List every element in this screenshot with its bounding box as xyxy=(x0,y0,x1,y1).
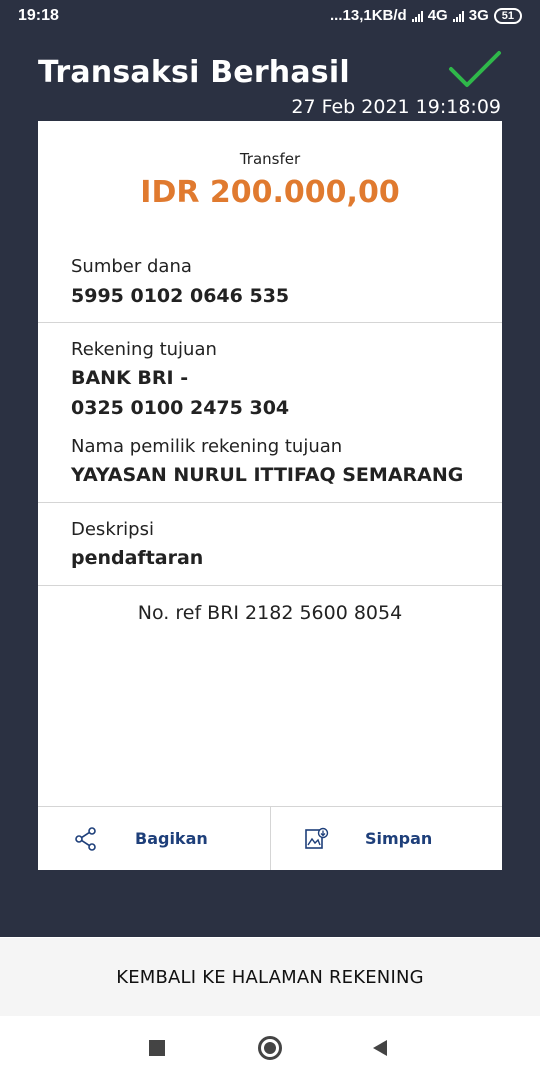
status-time: 19:18 xyxy=(18,7,59,24)
share-label: Bagikan xyxy=(135,829,208,848)
network-3g-label: 3G xyxy=(468,7,489,24)
back-to-account-button[interactable]: KEMBALI KE HALAMAN REKENING xyxy=(0,938,540,1016)
destination-account: 0325 0100 2475 304 xyxy=(71,397,290,419)
battery-icon: 51 xyxy=(493,7,522,24)
reference-number: No. ref BRI 2182 5600 8054 xyxy=(137,602,403,624)
share-button[interactable]: Bagikan xyxy=(73,807,208,870)
signal-icon xyxy=(411,10,423,22)
description-label: Deskripsi xyxy=(71,519,154,540)
home-icon[interactable] xyxy=(258,1036,282,1060)
description-value: pendaftaran xyxy=(71,547,204,569)
save-image-icon xyxy=(305,827,329,849)
source-account: 5995 0102 0646 535 xyxy=(71,285,290,307)
back-to-account-label: KEMBALI KE HALAMAN REKENING xyxy=(116,966,424,988)
save-button[interactable]: Simpan xyxy=(303,807,432,870)
header: Transaksi Berhasil 27 Feb 2021 19:18:09 … xyxy=(0,33,540,937)
share-icon xyxy=(75,826,96,851)
receipt-card: Transfer IDR 200.000,00 Sumber dana 5995… xyxy=(38,121,502,870)
destination-bank: BANK BRI - xyxy=(71,367,189,389)
status-bar: 19:18 ...13,1KB/d 4G 3G 51 xyxy=(0,0,540,33)
save-label: Simpan xyxy=(365,829,433,848)
network-4g-label: 4G xyxy=(427,7,448,24)
owner-name: YAYASAN NURUL ITTIFAQ SEMARANG xyxy=(71,464,464,486)
transaction-amount: IDR 200.000,00 xyxy=(140,175,400,210)
network-speed: ...13,1KB/d xyxy=(330,7,407,24)
signal-icon xyxy=(452,10,464,22)
navigation-bar xyxy=(0,1016,540,1080)
destination-label: Rekening tujuan xyxy=(71,339,217,360)
divider xyxy=(38,502,502,503)
recent-apps-icon[interactable] xyxy=(149,1040,165,1056)
status-indicators: ...13,1KB/d 4G 3G 51 xyxy=(330,7,522,24)
source-label: Sumber dana xyxy=(71,256,192,277)
divider xyxy=(38,322,502,323)
back-icon[interactable] xyxy=(371,1039,389,1057)
checkmark-icon xyxy=(449,51,501,87)
transaction-datetime: 27 Feb 2021 19:18:09 xyxy=(291,96,501,118)
divider xyxy=(38,585,502,586)
action-separator xyxy=(270,807,271,870)
page-title: Transaksi Berhasil xyxy=(38,55,350,90)
owner-label: Nama pemilik rekening tujuan xyxy=(71,436,343,457)
transaction-type: Transfer xyxy=(239,150,301,168)
